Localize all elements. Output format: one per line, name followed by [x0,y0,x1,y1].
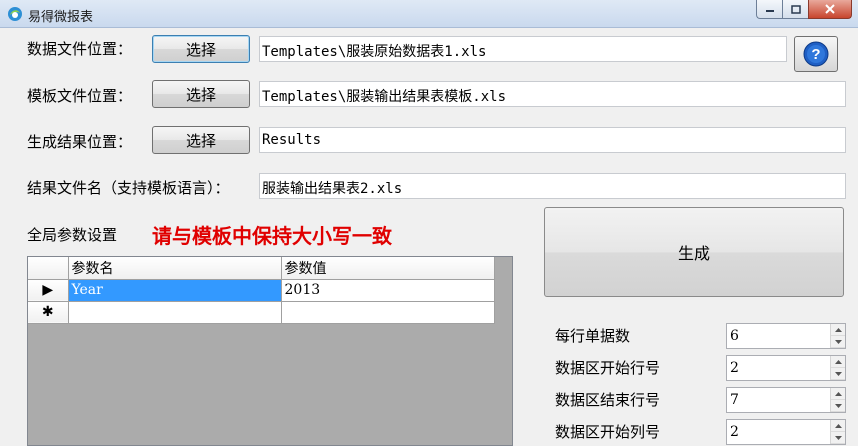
spinner-value[interactable]: 2 [730,360,739,376]
output-dir-label: 生成结果位置： [27,133,133,151]
window-title: 易得微报表 [28,10,94,25]
column-header-name[interactable]: 参数名 [68,257,282,280]
spinner-up-button[interactable] [831,356,845,368]
spinner-up-button[interactable] [831,420,845,432]
params-grid[interactable]: 参数名 参数值 ▶ Year 2013 ✱ [27,256,513,446]
help-icon: ? [803,41,829,67]
grid-header-row: 参数名 参数值 [28,257,495,280]
spinner-down-button[interactable] [831,368,845,380]
data-file-label: 数据文件位置： [27,40,133,58]
template-file-input[interactable]: Templates\服装输出结果表模板.xls [259,81,846,107]
spinner-value[interactable]: 6 [730,328,739,344]
arrow-up-icon [834,391,842,396]
table-row-new[interactable]: ✱ [28,301,495,324]
arrow-down-icon [834,371,842,376]
data-end-row-label: 数据区结束行号 [555,391,661,409]
table-row[interactable]: ▶ Year 2013 [28,279,495,302]
select-output-dir-button[interactable]: 选择 [152,126,250,154]
result-name-label: 结果文件名（支持模板语言）： [27,179,230,197]
spinner-value[interactable]: 7 [730,392,739,408]
new-row-indicator-icon: ✱ [28,301,69,324]
spinner-value[interactable]: 2 [730,424,739,440]
params-section-label: 全局参数设置 [27,226,118,244]
close-icon [825,4,835,14]
arrow-up-icon [834,327,842,332]
spinner-down-button[interactable] [831,432,845,444]
close-button[interactable] [808,0,852,19]
maximize-button[interactable] [782,0,808,19]
data-start-row-label: 数据区开始行号 [555,359,661,377]
column-header-value[interactable]: 参数值 [281,257,495,280]
minimize-icon [765,10,774,12]
spinner-up-button[interactable] [831,388,845,400]
param-name-cell[interactable] [68,301,282,324]
title-bar: 易得微报表 [0,0,858,28]
param-value-cell[interactable] [281,301,495,324]
arrow-down-icon [834,339,842,344]
data-start-row-spinner[interactable]: 2 [726,355,846,381]
arrow-down-icon [834,403,842,408]
case-warning-text: 请与模板中保持大小写一致 [152,224,392,248]
select-template-file-button[interactable]: 选择 [152,80,250,108]
maximize-icon [790,4,801,14]
help-button[interactable]: ? [794,36,838,72]
data-end-row-spinner[interactable]: 7 [726,387,846,413]
help-glyph: ? [811,46,820,63]
grid-corner-cell [28,257,69,280]
rows-per-doc-label: 每行单据数 [555,327,631,345]
param-value-cell[interactable]: 2013 [281,279,495,302]
app-logo-icon [8,7,22,21]
template-file-label: 模板文件位置： [27,87,133,105]
param-name-cell[interactable]: Year [68,279,282,302]
spinner-up-button[interactable] [831,324,845,336]
spinner-down-button[interactable] [831,336,845,348]
minimize-button[interactable] [756,0,782,19]
arrow-up-icon [834,359,842,364]
main-form: 数据文件位置： 选择 Templates\服装原始数据表1.xls ? 模板文件… [0,28,858,446]
result-name-input[interactable]: 服装输出结果表2.xls [259,173,846,199]
generate-button[interactable]: 生成 [544,207,844,297]
data-start-col-spinner[interactable]: 2 [726,419,846,445]
data-file-input[interactable]: Templates\服装原始数据表1.xls [259,36,787,62]
spinner-down-button[interactable] [831,400,845,412]
data-start-col-label: 数据区开始列号 [555,423,661,441]
output-dir-input[interactable]: Results [259,127,846,153]
arrow-up-icon [834,423,842,428]
select-data-file-button[interactable]: 选择 [152,35,250,63]
arrow-down-icon [834,435,842,440]
current-row-indicator-icon: ▶ [28,279,69,302]
rows-per-doc-spinner[interactable]: 6 [726,323,846,349]
